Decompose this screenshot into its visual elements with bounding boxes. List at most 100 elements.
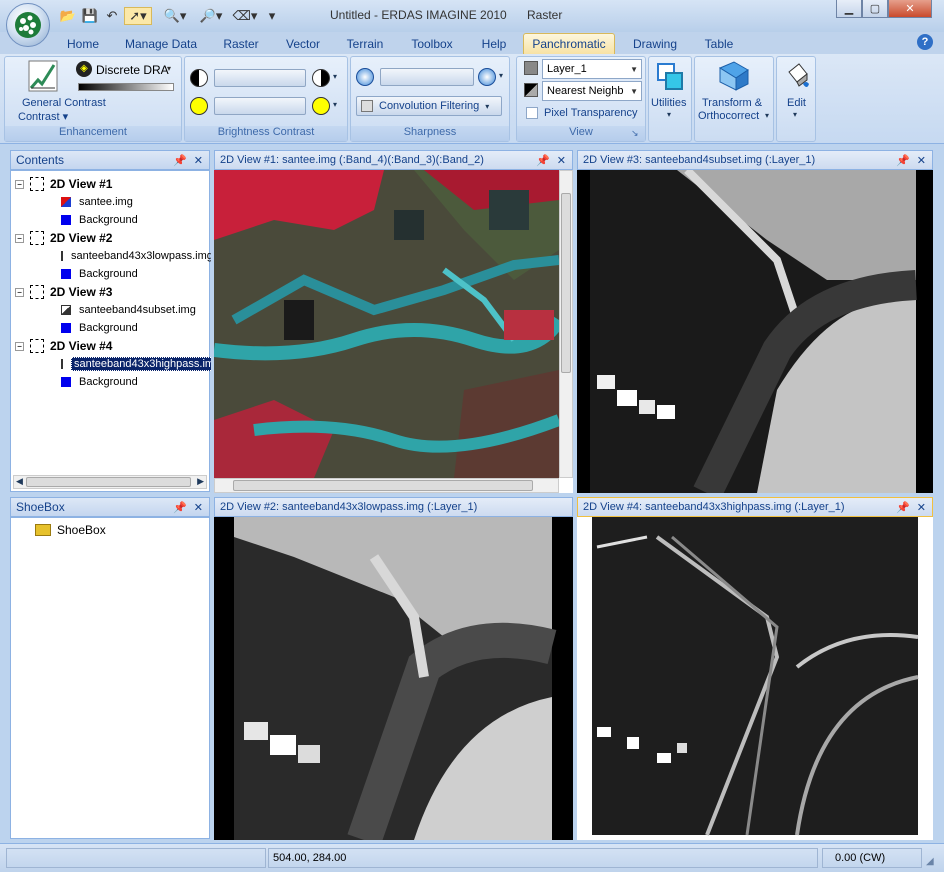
undo-icon[interactable]: ↶ <box>102 7 122 25</box>
tab-table[interactable]: Table <box>698 33 740 54</box>
tree-view-2[interactable]: − 2D View #2 <box>15 229 211 247</box>
dra-dropdown-icon[interactable]: ▾ <box>167 64 171 73</box>
save-icon[interactable]: 💾 <box>80 7 100 25</box>
minimize-button[interactable]: ▁ <box>836 0 862 18</box>
tree-layer-lowpass[interactable]: santeeband43x3lowpass.img <box>15 247 211 265</box>
tab-terrain[interactable]: Terrain <box>340 33 390 54</box>
discrete-dra-button[interactable]: Discrete DRA <box>96 63 169 77</box>
brightness-increase-icon[interactable] <box>312 69 330 87</box>
open-icon[interactable]: 📂 <box>58 7 78 25</box>
tab-raster[interactable]: Raster <box>218 33 264 54</box>
view-1-pin-icon[interactable]: 📌 <box>536 154 550 167</box>
view-icon <box>30 177 44 191</box>
scroll-thumb[interactable] <box>233 480 533 491</box>
contents-horizontal-scrollbar[interactable]: ◀ ▶ <box>13 475 207 489</box>
view-4-pin-icon[interactable]: 📌 <box>896 501 910 514</box>
select-tool-icon[interactable]: ➚▾ <box>124 7 152 25</box>
tab-vector[interactable]: Vector <box>280 33 326 54</box>
contrast-slider[interactable] <box>214 97 306 115</box>
tree-background-4[interactable]: Background <box>15 373 211 391</box>
tree-layer-santee[interactable]: santee.img <box>15 193 211 211</box>
dra-gradient[interactable] <box>78 83 174 91</box>
tree-view-4[interactable]: − 2D View #4 <box>15 337 211 355</box>
view-4-canvas[interactable] <box>577 517 933 840</box>
utilities-dropdown-icon[interactable]: ▾ <box>667 110 671 119</box>
tab-help[interactable]: Help <box>474 33 514 54</box>
convolution-filtering-button[interactable]: Convolution Filtering ▾ <box>356 96 502 116</box>
edit-paint-bucket-icon[interactable] <box>783 60 811 92</box>
contents-pin-icon[interactable]: 📌 <box>173 154 187 167</box>
view-1-horizontal-scrollbar[interactable] <box>214 478 559 493</box>
tree-view-1[interactable]: − 2D View #1 <box>15 175 211 193</box>
general-contrast-dropdown[interactable]: Contrast ▾ <box>18 110 68 123</box>
brightness-slider[interactable] <box>214 69 306 87</box>
transform-label[interactable]: Transform & <box>702 97 762 109</box>
utilities-icon[interactable] <box>656 61 684 91</box>
view-1-vertical-scrollbar[interactable] <box>559 170 573 478</box>
tree-layer-subset[interactable]: santeeband4subset.img <box>15 301 211 319</box>
tree-view-3[interactable]: − 2D View #3 <box>15 283 211 301</box>
sharpness-increase-icon[interactable] <box>478 68 496 86</box>
zoom-in-icon[interactable]: 🔍▾ <box>158 7 192 25</box>
brightness-dropdown-icon[interactable]: ▾ <box>333 72 337 81</box>
general-contrast-label[interactable]: General Contrast <box>22 97 106 109</box>
transform-icon[interactable] <box>718 60 750 92</box>
zoom-out-icon[interactable]: 🔎▾ <box>194 7 228 25</box>
sharpness-dropdown-icon[interactable]: ▾ <box>499 71 503 80</box>
transform-dropdown-icon[interactable]: ▾ <box>765 111 769 120</box>
resize-grip-icon[interactable]: ◢ <box>926 856 934 867</box>
contents-close-icon[interactable]: ✕ <box>194 154 203 167</box>
tab-panchromatic[interactable]: Panchromatic <box>523 33 615 54</box>
app-menu-button[interactable] <box>6 3 50 47</box>
contrast-dropdown-icon[interactable]: ▾ <box>333 100 337 109</box>
status-panel-left <box>6 848 266 868</box>
collapse-icon[interactable]: − <box>15 341 24 351</box>
tab-home[interactable]: Home <box>60 33 106 54</box>
tab-manage-data[interactable]: Manage Data <box>120 33 202 54</box>
view-dialog-launcher-icon[interactable]: ↘ <box>631 128 639 139</box>
contrast-decrease-icon[interactable] <box>190 97 208 115</box>
tree-background-3[interactable]: Background <box>15 319 211 337</box>
tab-toolbox[interactable]: Toolbox <box>404 33 460 54</box>
help-icon[interactable]: ? <box>917 34 933 50</box>
view-2-canvas[interactable] <box>214 517 573 840</box>
view-3-canvas[interactable] <box>577 170 933 493</box>
view-1-close-icon[interactable]: ✕ <box>557 154 566 167</box>
dra-icon[interactable]: ◈ <box>76 61 92 77</box>
scroll-left-icon[interactable]: ◀ <box>16 476 23 487</box>
general-contrast-icon[interactable] <box>28 60 58 92</box>
contrast-increase-icon[interactable] <box>312 97 330 115</box>
scroll-right-icon[interactable]: ▶ <box>197 476 204 487</box>
tree-layer-highpass-selected[interactable]: santeeband43x3highpass.img <box>15 355 211 373</box>
view-3-pin-icon[interactable]: 📌 <box>896 154 910 167</box>
close-button[interactable]: ✕ <box>888 0 932 18</box>
brightness-decrease-icon[interactable] <box>190 69 208 87</box>
utilities-label[interactable]: Utilities <box>651 97 686 109</box>
shoebox-pin-icon[interactable]: 📌 <box>173 501 187 514</box>
view-1-canvas[interactable] <box>214 170 573 493</box>
layer-select[interactable]: Layer_1 ▼ <box>542 59 642 79</box>
collapse-icon[interactable]: − <box>15 233 24 243</box>
scroll-thumb[interactable] <box>26 477 191 487</box>
sharpness-slider[interactable] <box>380 68 474 86</box>
resample-select[interactable]: Nearest Neighb ▼ <box>542 81 642 101</box>
view-4-close-icon[interactable]: ✕ <box>917 501 926 514</box>
view-3-close-icon[interactable]: ✕ <box>917 154 926 167</box>
sharpness-decrease-icon[interactable] <box>356 68 374 86</box>
pixel-transparency-checkbox[interactable] <box>526 107 538 119</box>
maximize-button[interactable]: ▢ <box>862 0 888 18</box>
status-bar: 504.00, 284.00 0.00 (CW) ◢ <box>0 843 944 872</box>
shoebox-item[interactable]: ShoeBox <box>35 521 106 539</box>
edit-label[interactable]: Edit <box>787 97 806 109</box>
scroll-thumb[interactable] <box>561 193 571 373</box>
shoebox-close-icon[interactable]: ✕ <box>194 501 203 514</box>
orthocorrect-label[interactable]: Orthocorrect <box>698 110 759 122</box>
tab-drawing[interactable]: Drawing <box>626 33 684 54</box>
tree-background-1[interactable]: Background <box>15 211 211 229</box>
collapse-icon[interactable]: − <box>15 287 24 297</box>
edit-dropdown-icon[interactable]: ▾ <box>793 110 797 119</box>
customize-quick-access-icon[interactable]: ▾ <box>266 7 278 25</box>
eraser-icon[interactable]: ⌫▾ <box>228 7 262 25</box>
tree-background-2[interactable]: Background <box>15 265 211 283</box>
collapse-icon[interactable]: − <box>15 179 24 189</box>
